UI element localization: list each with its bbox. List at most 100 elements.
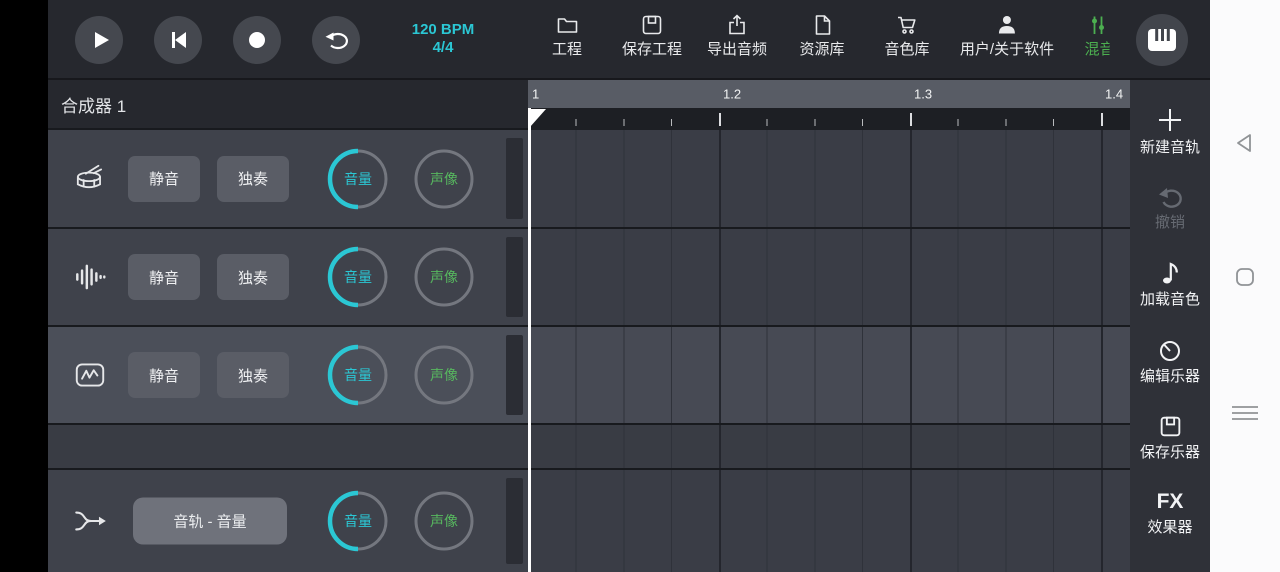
home-square-icon	[1233, 265, 1257, 289]
fx-effects-label: 效果器	[1147, 520, 1192, 536]
solo-button[interactable]: 独奏	[217, 352, 289, 398]
solo-button[interactable]: 独奏	[217, 156, 289, 202]
ruler-label-1: 1	[532, 87, 539, 102]
play-button[interactable]	[75, 16, 123, 64]
toolbar-export-audio-button[interactable]: 导出音频	[707, 13, 767, 58]
piano-icon	[1146, 27, 1178, 53]
timeline-tick-band[interactable]	[528, 108, 1130, 130]
grid-row-synth-selected[interactable]	[528, 327, 1130, 423]
master-track-row[interactable]: 音轨 - 音量 音量 声像	[48, 470, 528, 572]
toolbar-save-project-button[interactable]: 保存工程	[622, 13, 682, 58]
toolbar-mixer-button[interactable]: 混音	[1085, 13, 1110, 58]
edit-instrument-button[interactable]: 编辑乐器	[1130, 337, 1210, 385]
ruler-label-1-4: 1.4	[1105, 87, 1123, 102]
master-out-icon	[71, 502, 109, 540]
beat-ticks	[528, 113, 1130, 126]
grid-row-drums[interactable]	[528, 130, 1130, 227]
loop-button[interactable]	[312, 16, 360, 64]
android-back-button[interactable]	[1233, 131, 1257, 155]
toolbar-user-about-button[interactable]: 用户/关于软件	[960, 13, 1054, 58]
track-row-drums[interactable]: 静音 独奏 音量 声像	[48, 130, 528, 227]
grid-row-audio[interactable]	[528, 229, 1130, 325]
mute-button[interactable]: 静音	[128, 352, 200, 398]
edit-instrument-label: 编辑乐器	[1140, 369, 1200, 385]
level-meter	[506, 335, 523, 415]
pan-knob-label: 声像	[413, 246, 475, 308]
toolbar-project-button[interactable]: 工程	[552, 13, 582, 58]
loop-icon	[322, 26, 350, 54]
track-row-audio[interactable]: 静音 独奏 音量 声像	[48, 229, 528, 325]
volume-knob[interactable]: 音量	[327, 148, 389, 210]
audio-waveform-icon	[71, 258, 109, 296]
plus-icon	[1156, 106, 1184, 134]
volume-knob[interactable]: 音量	[327, 246, 389, 308]
pan-knob[interactable]: 声像	[413, 344, 475, 406]
play-icon	[86, 27, 112, 53]
volume-knob-label: 音量	[327, 344, 389, 406]
android-navigation-bar	[1210, 0, 1280, 572]
save-instrument-label: 保存乐器	[1140, 445, 1200, 461]
pan-knob[interactable]: 声像	[413, 246, 475, 308]
toolbar-library-button[interactable]: 资源库	[799, 13, 844, 58]
toolbar-library-label: 资源库	[799, 41, 844, 58]
timeline-ruler[interactable]: 1 1.2 1.3 1.4	[528, 80, 1130, 108]
save-icon	[640, 13, 664, 37]
new-track-button[interactable]: 新建音轨	[1130, 106, 1210, 156]
ruler-label-1-3: 1.3	[914, 87, 932, 102]
rewind-to-start-button[interactable]	[154, 16, 202, 64]
toolbar-sound-store-label: 音色库	[884, 41, 929, 58]
keyboard-button[interactable]	[1136, 14, 1188, 66]
load-sound-button[interactable]: 加载音色	[1130, 260, 1210, 308]
volume-knob-label: 音量	[327, 148, 389, 210]
android-menu-button[interactable]	[1230, 401, 1260, 425]
level-meter	[506, 237, 523, 317]
grid-row-master[interactable]	[528, 470, 1130, 572]
mixer-icon	[1085, 13, 1109, 37]
level-meter	[506, 138, 523, 219]
track-name-header[interactable]: 合成器 1	[48, 80, 528, 128]
master-volume-selector-button[interactable]: 音轨 - 音量	[133, 498, 287, 545]
toolbar-export-audio-label: 导出音频	[707, 41, 767, 58]
pan-knob-label: 声像	[413, 490, 475, 552]
time-signature: 4/4	[398, 39, 488, 57]
skip-to-start-icon	[165, 27, 191, 53]
pan-knob[interactable]: 声像	[413, 490, 475, 552]
toolbar-project-label: 工程	[552, 41, 582, 58]
track-row-synth-selected[interactable]: 静音 独奏 音量 声像	[48, 327, 528, 423]
export-icon	[725, 13, 749, 37]
tempo-display[interactable]: 120 BPM 4/4	[398, 21, 488, 57]
empty-track-slot[interactable]	[48, 425, 528, 468]
drum-kit-icon	[71, 160, 109, 198]
mute-button[interactable]: 静音	[128, 254, 200, 300]
volume-knob[interactable]: 音量	[327, 344, 389, 406]
solo-button[interactable]: 独奏	[217, 254, 289, 300]
tools-sidebar: 新建音轨 撤销 加载音色 编辑乐器 保存乐器 FX 效果器	[1130, 80, 1210, 572]
load-sound-label: 加载音色	[1140, 292, 1200, 308]
toolbar-sound-store-button[interactable]: 音色库	[884, 13, 929, 58]
document-icon	[810, 13, 834, 37]
pan-knob[interactable]: 声像	[413, 148, 475, 210]
mute-button[interactable]: 静音	[128, 156, 200, 202]
cart-icon	[894, 13, 919, 37]
back-triangle-icon	[1233, 131, 1257, 155]
toolbar-user-about-label: 用户/关于软件	[960, 41, 1054, 58]
undo-icon	[1157, 185, 1183, 209]
grid-rows	[528, 130, 1130, 572]
record-button[interactable]	[233, 16, 281, 64]
save-instrument-button[interactable]: 保存乐器	[1130, 414, 1210, 461]
undo-label: 撤销	[1155, 215, 1185, 231]
pan-knob-label: 声像	[413, 344, 475, 406]
grid-row-empty[interactable]	[528, 425, 1130, 468]
user-icon	[995, 13, 1019, 37]
bpm-value: 120 BPM	[398, 21, 488, 39]
display-cutout-strip	[0, 0, 48, 572]
toolbar-mixer-label: 混音	[1085, 41, 1110, 58]
android-home-button[interactable]	[1233, 265, 1257, 289]
knob-icon	[1157, 337, 1183, 363]
top-toolbar: 120 BPM 4/4 工程 保存工程 导出音频 资源库 音色库 用户/关于软件	[0, 0, 1280, 80]
synthesizer-wave-icon	[71, 356, 109, 394]
volume-knob[interactable]: 音量	[327, 490, 389, 552]
undo-button[interactable]: 撤销	[1130, 185, 1210, 231]
volume-knob-label: 音量	[327, 246, 389, 308]
fx-effects-button[interactable]: FX 效果器	[1130, 490, 1210, 536]
